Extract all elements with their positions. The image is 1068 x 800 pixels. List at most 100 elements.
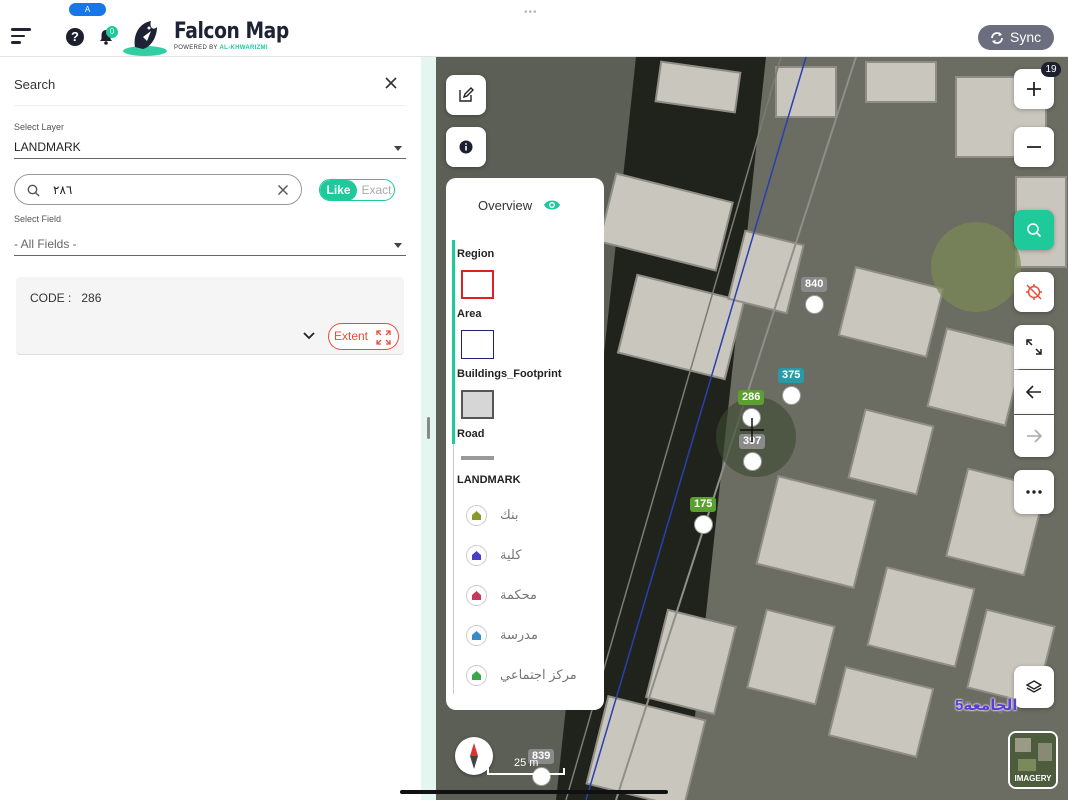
more-icon	[1026, 490, 1042, 494]
info-icon	[459, 140, 473, 154]
panel-title: Search	[14, 77, 56, 92]
sync-button[interactable]: Sync	[978, 25, 1054, 50]
basemap-switcher[interactable]: IMAGERY	[1008, 731, 1058, 789]
legend-region: Region	[457, 248, 495, 260]
app-title: Falcon Map	[174, 19, 289, 44]
more-button[interactable]	[1014, 470, 1054, 514]
match-mode-toggle[interactable]: Like Exact	[319, 179, 395, 201]
legend-panel: Overview Region Area Buildings_Footprint…	[446, 178, 604, 710]
marker-label[interactable]: 286	[738, 390, 765, 405]
legend-scroll-indicator	[452, 240, 455, 444]
help-icon[interactable]: ?	[66, 28, 84, 46]
legend-item: كلية	[466, 545, 596, 567]
chevron-down-icon	[394, 243, 402, 248]
buildings-swatch	[461, 390, 494, 419]
legend-landmark: LANDMARK	[457, 474, 521, 486]
edit-icon	[459, 87, 474, 102]
layers-button[interactable]	[1014, 666, 1054, 708]
legend-item: بنك	[466, 505, 596, 527]
landmark-pin-icon[interactable]	[805, 295, 824, 314]
region-swatch	[461, 270, 494, 299]
overview-label: Overview	[478, 198, 533, 213]
back-button[interactable]	[1014, 370, 1054, 414]
falcon-logo-icon	[123, 21, 167, 56]
landmark-pin-icon[interactable]	[694, 515, 713, 534]
area-swatch	[461, 330, 494, 359]
college-icon	[466, 545, 487, 566]
layer-select-value: LANDMARK	[14, 140, 81, 154]
bank-icon	[466, 505, 487, 526]
app-header: ••• A ? 0 Falcon Map POWERED BY AL-KHWAR…	[0, 0, 1068, 57]
social-center-icon	[466, 665, 487, 686]
legend-item: محكمة	[466, 585, 596, 607]
field-select-value: - All Fields -	[14, 237, 77, 251]
locate-button[interactable]	[1014, 272, 1054, 312]
select-layer-label: Select Layer	[14, 122, 65, 132]
landmark-pin-icon[interactable]	[782, 386, 801, 405]
search-icon	[1027, 223, 1042, 238]
eye-icon[interactable]	[543, 198, 561, 212]
expand-icon	[376, 330, 391, 345]
landmark-pin-icon[interactable]	[743, 452, 762, 471]
result-card[interactable]: CODE : 286 Extent	[16, 277, 404, 355]
legend-item: مدرسة	[466, 625, 596, 647]
select-field-label: Select Field	[14, 214, 62, 224]
info-button[interactable]	[446, 127, 486, 167]
toggle-exact[interactable]: Exact	[358, 180, 394, 200]
legend-item-label: كلية	[500, 547, 522, 562]
drag-grip-icon: •••	[524, 7, 538, 18]
chevron-down-icon[interactable]	[303, 332, 315, 340]
close-icon[interactable]	[384, 76, 398, 90]
marker-label[interactable]: 175	[690, 497, 717, 512]
extent-label: Extent	[334, 329, 369, 343]
chevron-down-icon	[394, 146, 402, 151]
app-subtitle: POWERED BY AL-KHWARIZMI	[174, 45, 268, 51]
imagery-label: IMAGERY	[1014, 774, 1052, 783]
marker-label[interactable]: 840	[801, 277, 828, 292]
plus-icon	[1027, 82, 1041, 96]
layer-select[interactable]: LANDMARK	[14, 136, 406, 159]
legend-area: Area	[457, 308, 482, 320]
road-swatch	[461, 456, 494, 460]
legend-item-label: محكمة	[500, 587, 538, 602]
splitter-handle[interactable]	[427, 417, 430, 439]
search-input-value: ٢٨٦	[53, 183, 73, 197]
search-input[interactable]: ٢٨٦	[14, 174, 302, 205]
layers-icon	[1026, 680, 1042, 693]
crosshair-icon	[740, 418, 764, 442]
clear-icon[interactable]	[277, 184, 289, 196]
zoom-level-badge: 19	[1041, 62, 1061, 77]
minus-icon	[1027, 146, 1041, 148]
legend-item: مركز اجتماعي	[466, 665, 596, 687]
expand-icon	[1026, 339, 1042, 355]
edit-button[interactable]	[446, 75, 486, 115]
legend-road: Road	[457, 428, 485, 440]
forward-button[interactable]	[1014, 415, 1054, 457]
sync-label: Sync	[1010, 29, 1042, 45]
fullscreen-button[interactable]	[1014, 325, 1054, 369]
code-value: 286	[81, 291, 102, 305]
extent-button[interactable]: Extent	[328, 323, 399, 350]
legend-item-label: بنك	[500, 507, 519, 522]
arrow-right-icon	[1027, 429, 1042, 443]
sync-icon	[991, 32, 1003, 44]
search-icon	[27, 184, 40, 197]
school-icon	[466, 625, 487, 646]
field-select[interactable]: - All Fields -	[14, 233, 406, 256]
search-panel: Search Select Layer LANDMARK ٢٨٦ Like Ex…	[0, 57, 421, 800]
legend-item-label: مدرسة	[500, 627, 538, 642]
menu-icon[interactable]	[11, 28, 33, 46]
toggle-like[interactable]: Like	[320, 180, 357, 200]
place-label: الجامعة5	[955, 697, 1018, 714]
legend-track	[453, 444, 454, 694]
status-pill[interactable]: A	[69, 3, 106, 16]
legend-buildings: Buildings_Footprint	[457, 368, 562, 380]
location-off-icon	[1026, 284, 1042, 300]
zoom-out-button[interactable]	[1014, 127, 1054, 167]
code-label: CODE :	[30, 291, 72, 305]
notification-badge: 0	[106, 26, 118, 38]
scale-bar	[487, 768, 565, 775]
search-map-button[interactable]	[1014, 210, 1054, 250]
marker-label[interactable]: 375	[778, 368, 805, 383]
court-icon	[466, 585, 487, 606]
